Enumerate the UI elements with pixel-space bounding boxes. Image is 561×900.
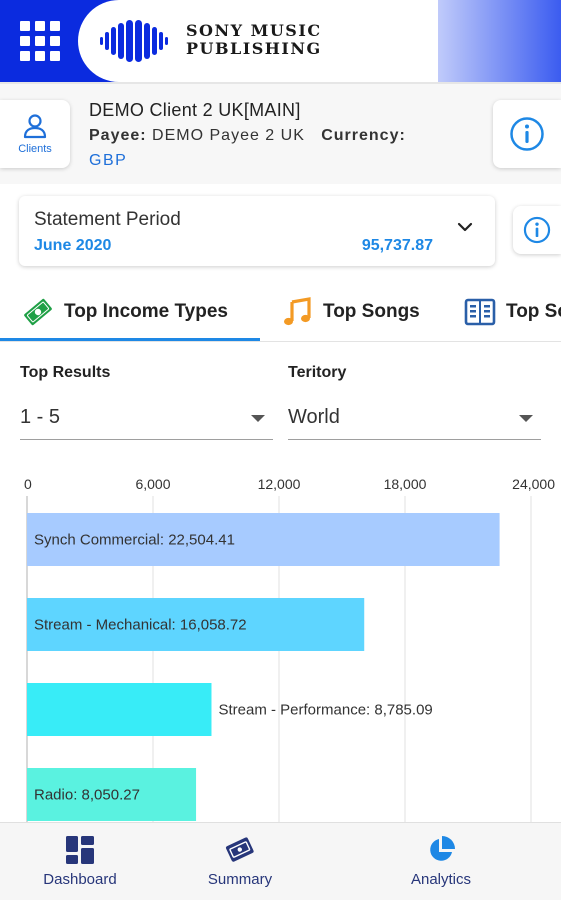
bottom-navigation: Dashboard Summary Analytics: [0, 822, 561, 900]
top-results-value: 1 - 5: [20, 406, 61, 428]
nav-analytics-label: Analytics: [410, 871, 472, 888]
brand-name: SONY MUSIC PUBLISHING: [186, 22, 322, 58]
tab-top-songs[interactable]: Top Songs: [281, 292, 420, 332]
payee-value: DEMO Payee 2 UK: [152, 127, 305, 144]
tab-label: Top Income Types: [64, 301, 228, 322]
brand-line-1: SONY MUSIC: [186, 21, 322, 40]
user-icon: [23, 114, 47, 139]
nav-summary-label: Summary: [207, 871, 273, 888]
nav-dashboard-label: Dashboard: [43, 871, 117, 888]
client-name: DEMO Client 2 UK[MAIN]: [89, 100, 301, 120]
clients-button[interactable]: Clients: [0, 100, 70, 168]
client-info-button[interactable]: [493, 100, 561, 168]
territory-select[interactable]: World: [288, 398, 541, 440]
nav-dashboard[interactable]: Dashboard: [20, 835, 140, 888]
tab-top-so[interactable]: Top So: [464, 292, 561, 332]
payee-label: Payee:: [89, 127, 147, 144]
summary-icon: [225, 837, 254, 862]
nav-analytics[interactable]: Analytics: [381, 835, 501, 888]
tab-label: Top Songs: [323, 301, 420, 322]
bar-data-label: Stream - Performance: 8,785.09: [218, 702, 432, 719]
money-icon: [22, 296, 54, 328]
payee-line: Payee: DEMO Payee 2 UK Currency:: [89, 127, 406, 145]
currency-value: GBP: [89, 152, 128, 169]
dropdown-arrow-icon: [251, 415, 265, 422]
bar-data-label: Radio: 8,050.27: [34, 787, 140, 804]
income-types-bar-chart: 0 6,000 12,000 18,000 24,000 Synch Commercial…: [24, 476, 555, 830]
statement-info-button[interactable]: [513, 206, 561, 254]
statement-period-month: June 2020: [34, 237, 112, 254]
x-tick-label: 18,000: [384, 476, 427, 492]
table-icon: [464, 296, 496, 328]
bar: [27, 683, 212, 736]
x-tick-label: 24,000: [512, 476, 555, 492]
tabs-divider: [0, 341, 561, 342]
statement-period-amount: 95,737.87: [361, 237, 433, 254]
statement-period-select[interactable]: Statement Period June 2020 95,737.87: [19, 196, 495, 266]
sony-music-logo-icon: [100, 20, 168, 62]
info-icon: [510, 117, 544, 151]
currency-label: Currency:: [321, 127, 406, 144]
bar-data-label: Synch Commercial: 22,504.41: [34, 532, 235, 549]
clients-button-label: Clients: [18, 143, 52, 155]
nav-summary[interactable]: Summary: [180, 835, 300, 888]
x-tick-label: 6,000: [135, 476, 170, 492]
brand-line-2: PUBLISHING: [186, 39, 322, 58]
tab-top-income-types[interactable]: Top Income Types: [22, 292, 228, 332]
x-tick-label: 12,000: [258, 476, 301, 492]
grid-menu-icon[interactable]: [20, 21, 60, 61]
bar-data-label: Stream - Mechanical: 16,058.72: [34, 617, 247, 634]
x-tick-label: 0: [24, 476, 32, 492]
territory-label: Teritory: [288, 364, 347, 381]
music-note-icon: [281, 296, 313, 328]
statement-period-title: Statement Period: [34, 209, 181, 230]
app-root: SONY MUSIC PUBLISHING Clients DEMO Clien…: [0, 0, 561, 900]
chevron-down-icon: [457, 222, 473, 232]
tab-bar: Top Income Types Top Songs Top S: [0, 282, 561, 342]
territory-value: World: [288, 406, 340, 428]
tab-label: Top So: [506, 301, 561, 322]
dropdown-arrow-icon: [519, 415, 533, 422]
info-icon: [523, 216, 551, 244]
top-results-label: Top Results: [20, 364, 111, 381]
dashboard-icon: [66, 836, 94, 864]
top-results-select[interactable]: 1 - 5: [20, 398, 273, 440]
pie-chart-icon: [430, 836, 455, 861]
